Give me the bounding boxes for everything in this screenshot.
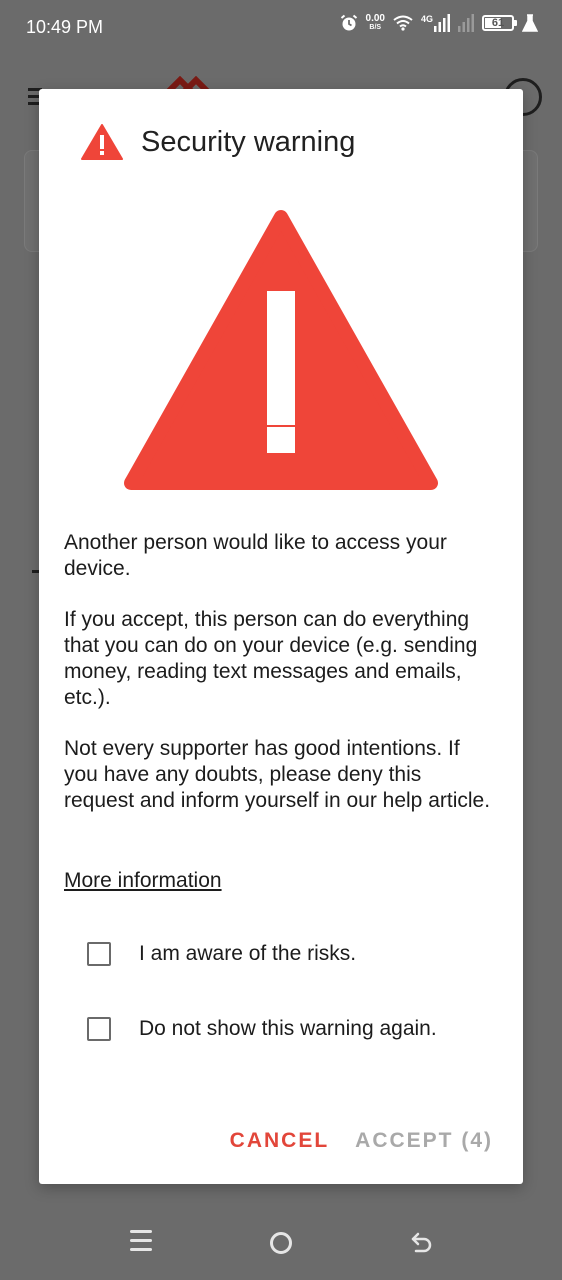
status-time: 10:49 PM xyxy=(26,17,104,37)
status-bar: 10:49 PM 0.00 B/S 4G 61 xyxy=(0,0,562,56)
aware-of-risks-checkbox-row[interactable]: I am aware of the risks. xyxy=(87,942,356,966)
aware-of-risks-checkbox[interactable] xyxy=(87,942,111,966)
alarm-icon xyxy=(340,14,357,31)
signal-icon xyxy=(434,14,450,32)
dont-show-again-checkbox-row[interactable]: Do not show this warning again. xyxy=(87,1017,437,1041)
body-paragraph-3: Not every supporter has good intentions.… xyxy=(64,737,491,812)
net-speed-value: 0.00 xyxy=(365,13,385,24)
dont-show-again-checkbox[interactable] xyxy=(87,1017,111,1041)
net-speed-unit: B/S xyxy=(369,24,382,31)
signal-group: 4G xyxy=(421,14,450,32)
status-icons: 0.00 B/S 4G 61 xyxy=(340,14,538,32)
dialog-header: Security warning xyxy=(81,123,355,161)
network-type: 4G xyxy=(420,14,433,24)
signal-icon-2 xyxy=(458,14,474,32)
net-speed: 0.00 B/S xyxy=(366,14,385,32)
navigation-bar xyxy=(0,1206,562,1280)
battery-level: 61 xyxy=(491,17,505,29)
accept-button[interactable]: ACCEPT (4) xyxy=(355,1129,493,1153)
warning-icon xyxy=(81,124,123,160)
aware-of-risks-label: I am aware of the risks. xyxy=(139,942,357,965)
large-warning-icon xyxy=(124,210,438,490)
security-warning-dialog: Security warning Another person would li… xyxy=(39,89,523,1184)
battery-icon: 61 xyxy=(482,15,517,31)
wifi-icon xyxy=(393,15,413,31)
home-icon[interactable] xyxy=(270,1232,292,1254)
body-paragraph-2: If you accept, this person can do everyt… xyxy=(64,608,478,709)
dialog-title: Security warning xyxy=(141,125,356,158)
cancel-button[interactable]: CANCEL xyxy=(230,1129,330,1153)
more-information-link[interactable]: More information xyxy=(64,869,222,893)
dialog-body: Another person would like to access your… xyxy=(64,530,495,839)
back-icon[interactable] xyxy=(410,1230,434,1254)
body-paragraph-1: Another person would like to access your… xyxy=(64,531,447,580)
dialog-actions: CANCEL ACCEPT (4) xyxy=(230,1129,493,1153)
dont-show-again-label: Do not show this warning again. xyxy=(139,1017,437,1040)
menu-icon[interactable] xyxy=(130,1230,152,1257)
flask-icon xyxy=(522,14,538,32)
